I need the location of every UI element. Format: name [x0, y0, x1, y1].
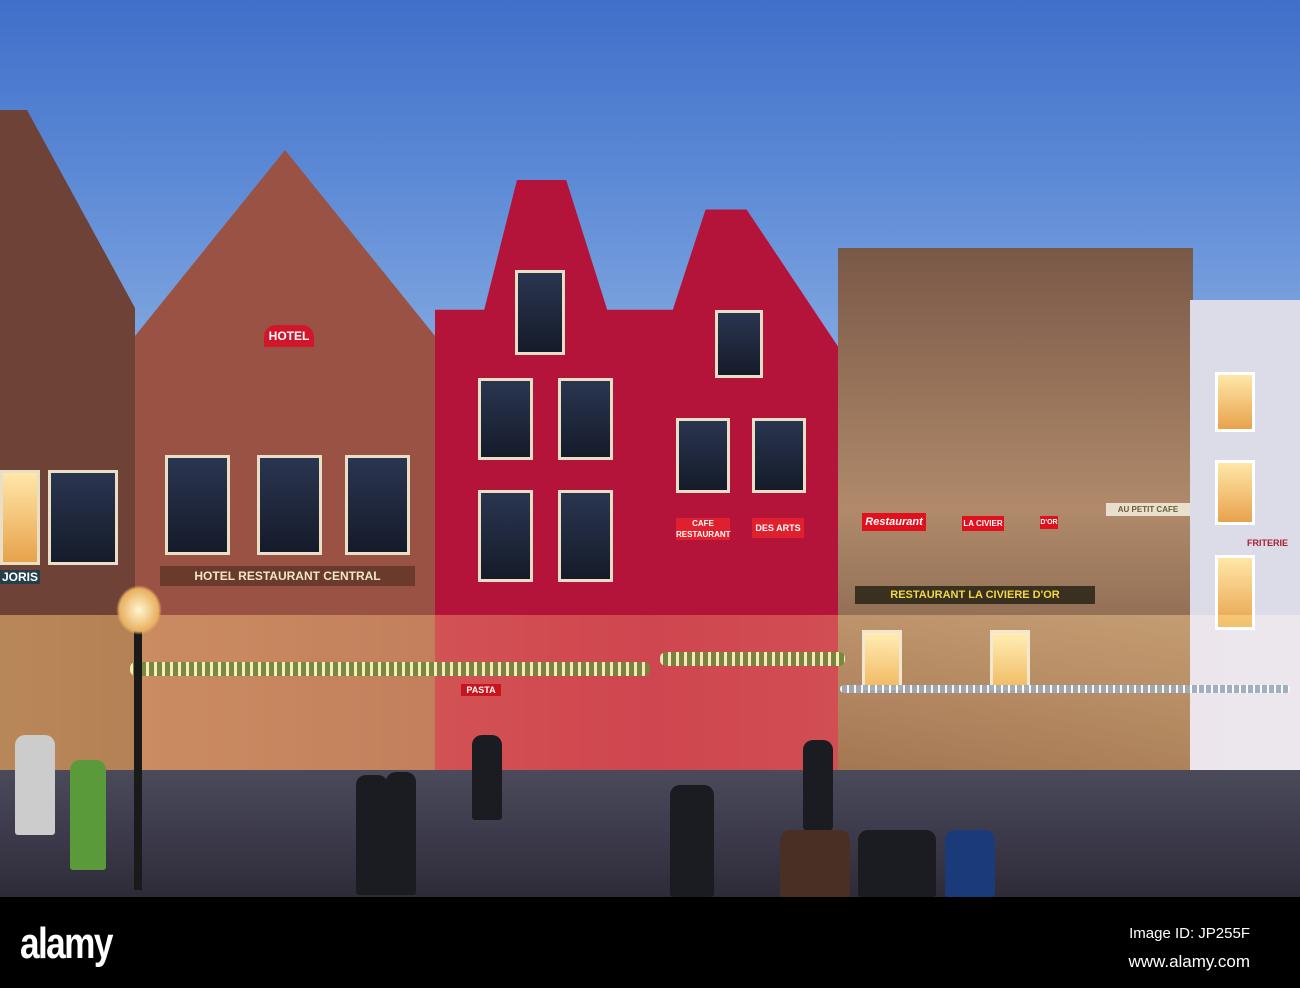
photo-market-square: JORIS HOTEL HOTEL RESTAURANT CENTRAL CAF… — [0, 0, 1300, 897]
pedestrian — [780, 830, 850, 897]
street-lamp — [134, 590, 142, 890]
window — [1215, 460, 1255, 525]
window — [165, 455, 230, 555]
hotel-restaurant-central-sign: HOTEL RESTAURANT CENTRAL — [160, 566, 415, 586]
cobblestone-square — [0, 770, 1300, 897]
cafe-restaurant-sign: CAFE RESTAURANT — [676, 518, 731, 540]
window — [345, 455, 410, 555]
pedestrian — [858, 830, 936, 897]
pedestrian — [386, 772, 416, 895]
la-civiere-neon-sign: LA CIVIER — [962, 516, 1004, 531]
image-id: Image ID: JP255F — [1129, 925, 1250, 942]
pedestrian — [15, 735, 55, 835]
joris-sign: JORIS — [0, 570, 40, 584]
window — [752, 418, 806, 493]
street-lamp-light — [116, 585, 162, 635]
pasta-sign: PASTA — [461, 684, 501, 696]
window — [478, 378, 533, 460]
alamy-url: www.alamy.com — [1128, 952, 1250, 971]
des-arts-sign: DES ARTS — [752, 518, 804, 538]
window — [1215, 372, 1255, 432]
pedestrian — [70, 760, 106, 870]
window — [48, 470, 118, 565]
restaurant-neon-sign: Restaurant — [862, 513, 926, 531]
garland-lights — [660, 652, 845, 666]
window — [0, 470, 40, 565]
au-petit-cafe-sign: AU PETIT CAFE — [1106, 503, 1190, 516]
window — [558, 378, 613, 460]
window — [676, 418, 730, 493]
alamy-logo: alamy — [20, 919, 113, 968]
la-civiere-dor-sign: RESTAURANT LA CIVIERE D'OR — [855, 586, 1095, 604]
pedestrian — [945, 830, 995, 897]
window — [558, 490, 613, 582]
window — [515, 270, 565, 355]
dor-neon-sign: D'OR — [1040, 516, 1058, 529]
garland-lights — [840, 685, 1290, 693]
pedestrian — [803, 740, 833, 830]
window — [257, 455, 322, 555]
window — [478, 490, 533, 582]
hotel-neon-sign: HOTEL — [264, 325, 314, 347]
window — [715, 310, 763, 378]
friterie-sign: FRITERIE — [1246, 538, 1288, 548]
garland-lights — [130, 662, 650, 676]
watermark-bar: alamy Image ID: JP255F www.alamy.com — [0, 897, 1300, 988]
pedestrian — [356, 775, 388, 895]
pedestrian — [670, 785, 714, 897]
pedestrian — [472, 735, 502, 820]
